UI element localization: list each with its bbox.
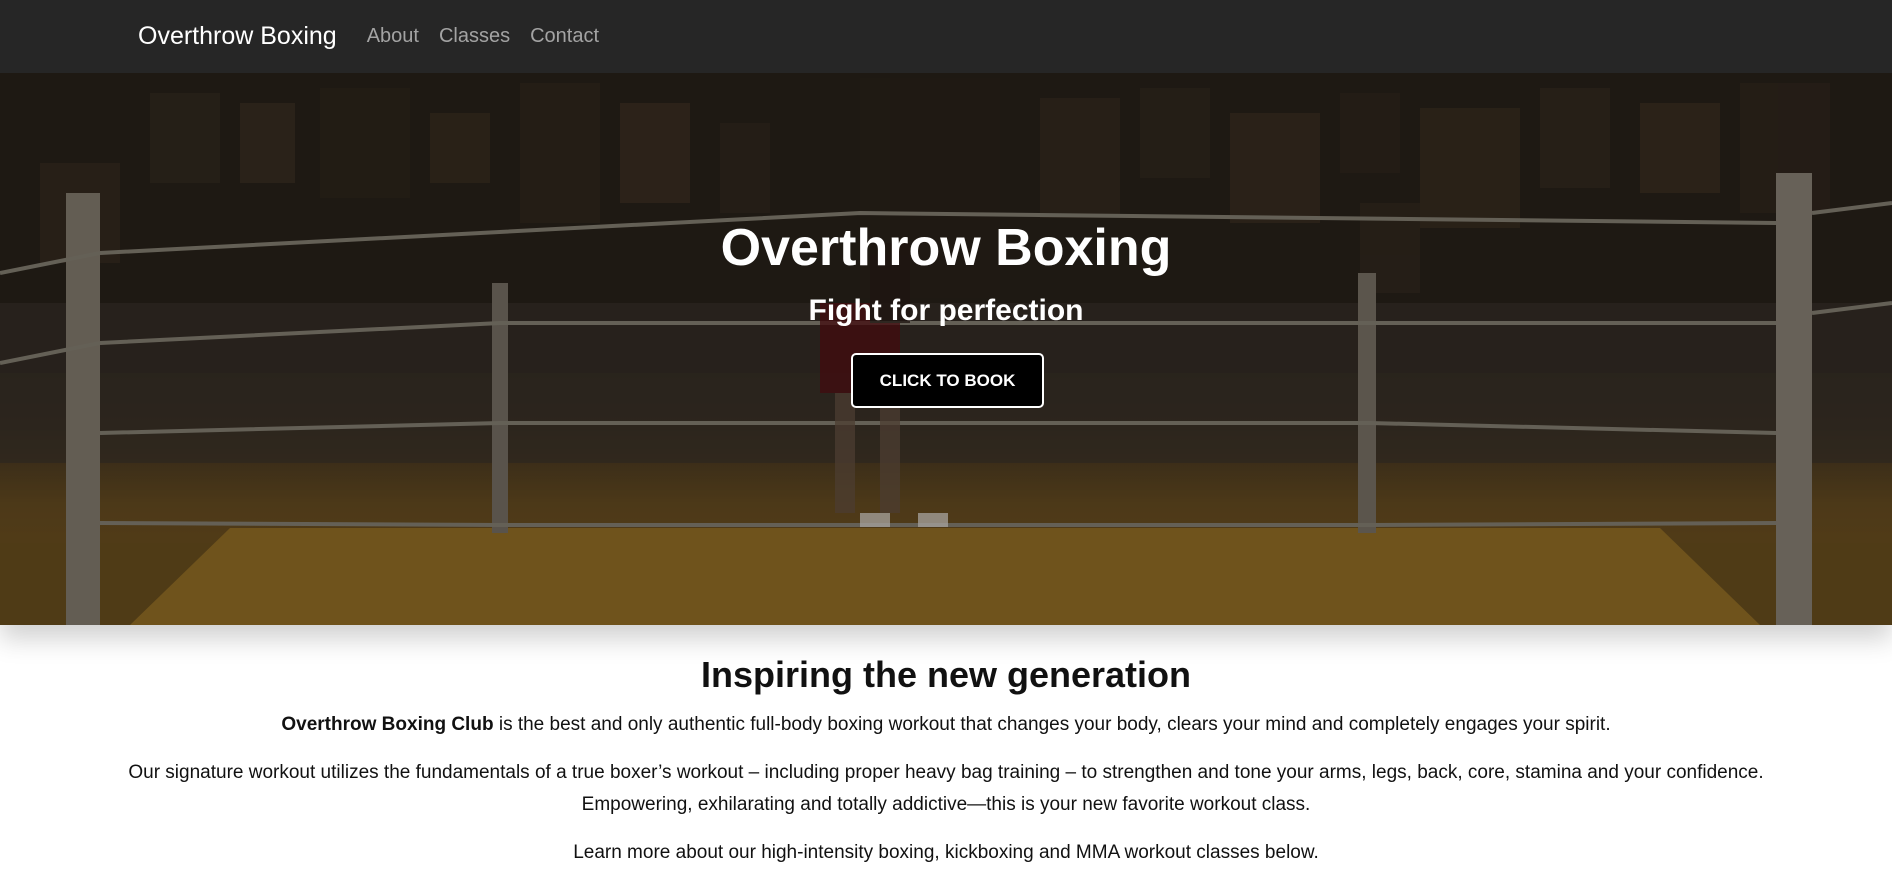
nav-link-contact[interactable]: Contact xyxy=(530,25,599,48)
intro-section: Inspiring the new generation Overthrow B… xyxy=(0,625,1892,865)
nav-link-classes[interactable]: Classes xyxy=(439,25,510,48)
hero-subtitle: Fight for perfection xyxy=(808,294,1084,327)
intro-paragraph-1-text: is the best and only authentic full-body… xyxy=(493,714,1611,735)
brand-link[interactable]: Overthrow Boxing xyxy=(138,22,337,51)
hero-content: Overthrow Boxing Fight for perfection CL… xyxy=(0,73,1892,625)
intro-paragraph-3: Learn more about our high-intensity boxi… xyxy=(573,842,1319,863)
hero-title: Overthrow Boxing xyxy=(720,219,1172,277)
intro-paragraph-1: Overthrow Boxing Club is the best and on… xyxy=(0,713,1892,737)
nav-link-about[interactable]: About xyxy=(367,25,419,48)
club-name: Overthrow Boxing Club xyxy=(281,714,494,735)
book-button[interactable]: CLICK TO BOOK xyxy=(851,353,1044,408)
hero-section: Overthrow Boxing Fight for perfection CL… xyxy=(0,73,1892,625)
intro-heading: Inspiring the new generation xyxy=(700,654,1192,695)
navbar: Overthrow Boxing About Classes Contact xyxy=(0,0,1892,73)
intro-paragraph-2: Our signature workout utilizes the funda… xyxy=(128,762,1764,815)
